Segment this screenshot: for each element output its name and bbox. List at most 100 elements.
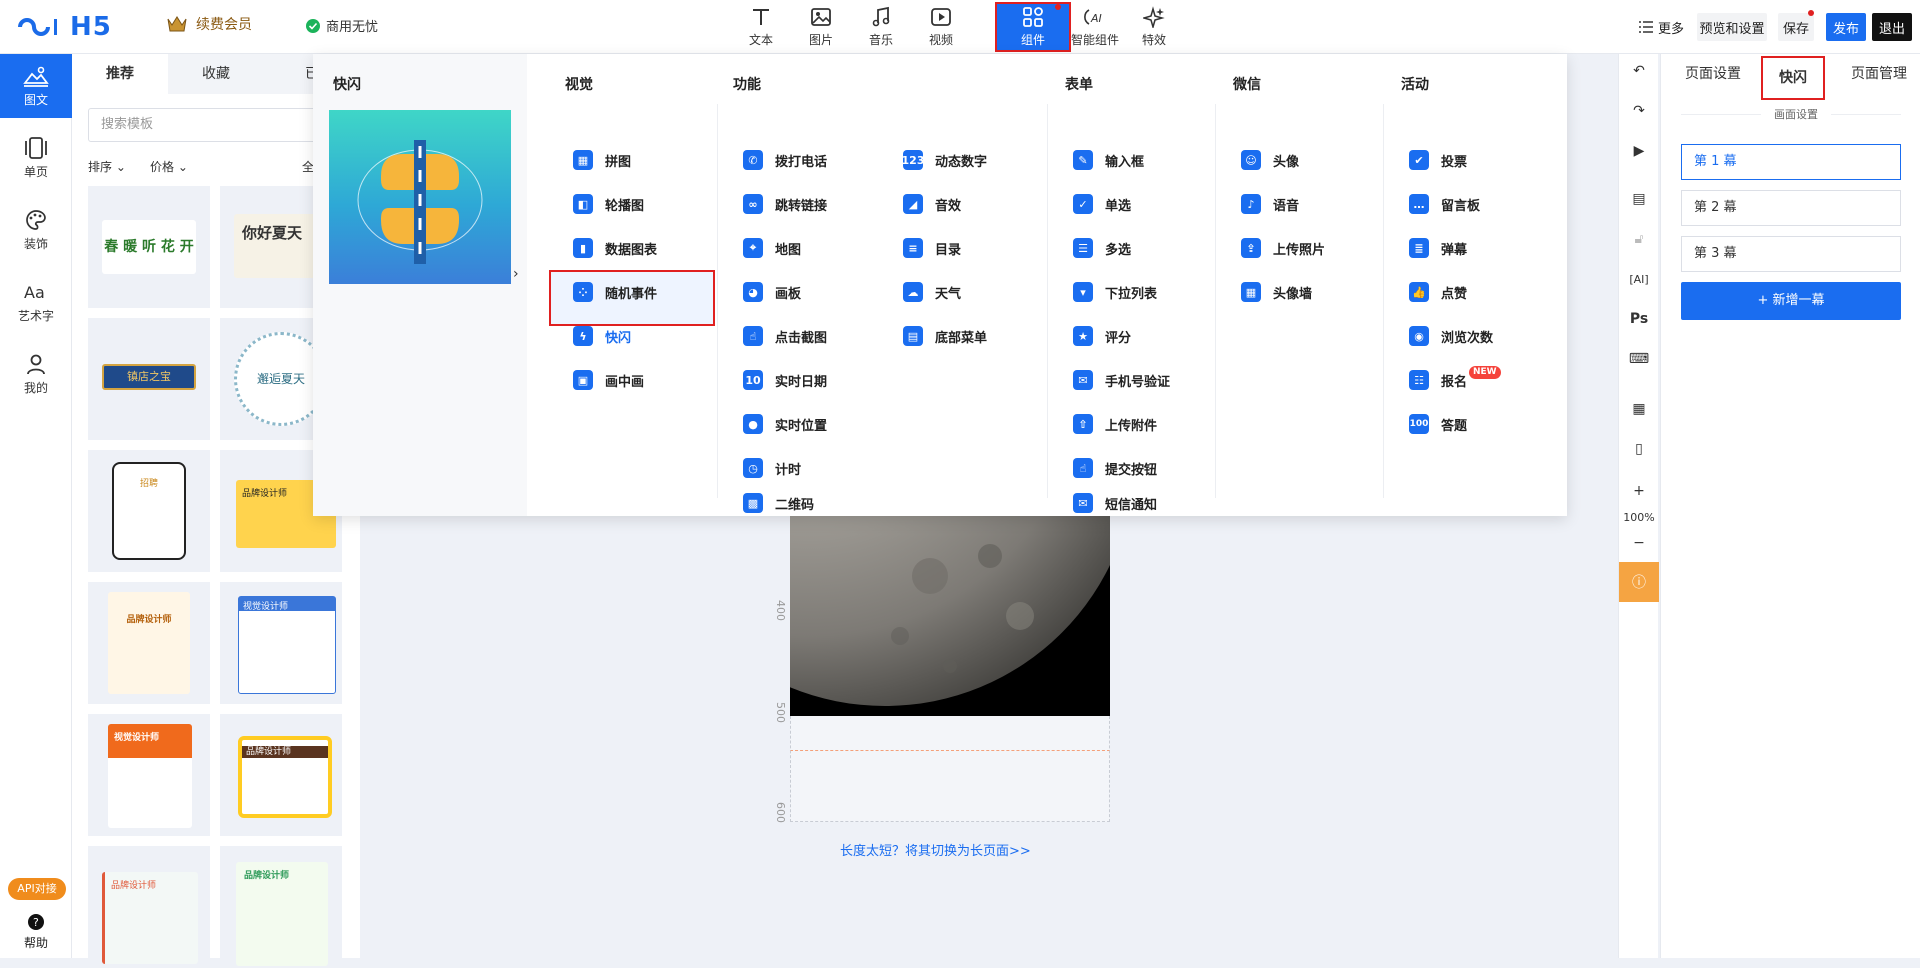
tab-flash[interactable]: 快闪 xyxy=(1761,56,1825,100)
zoom-out-button[interactable]: − xyxy=(1619,528,1659,558)
nav-art-text[interactable]: Aa 艺术字 xyxy=(0,270,72,334)
comp-select[interactable]: ▾ 下拉列表 xyxy=(1073,270,1157,314)
chevron-right-icon[interactable]: › xyxy=(513,266,519,282)
tab-favorites[interactable]: 收藏 xyxy=(168,54,264,94)
comp-screenshot[interactable]: ☝ 点击截图 xyxy=(743,314,827,358)
ai-button[interactable]: [AI] xyxy=(1619,264,1659,294)
nav-image-text[interactable]: 图文 xyxy=(0,54,72,118)
warning-button[interactable]: ⓘ xyxy=(1619,562,1659,602)
comp-data-chart[interactable]: ▮ 数据图表 xyxy=(573,226,657,270)
scene-item[interactable]: 第 3 幕 xyxy=(1681,236,1901,272)
save-button[interactable]: 保存 xyxy=(1778,13,1814,41)
tool-text[interactable]: 文本 xyxy=(733,4,789,50)
comp-puzzle[interactable]: ▦ 拼图 xyxy=(573,138,631,182)
tool-effects[interactable]: 特效 xyxy=(1126,4,1182,50)
template-thumb[interactable]: 春 暖 听 花 开 xyxy=(88,186,210,308)
template-search-input[interactable]: 搜索模板 xyxy=(88,108,338,142)
template-thumb[interactable]: 视觉设计师 xyxy=(220,582,342,704)
comp-date[interactable]: 10 实时日期 xyxy=(743,358,827,402)
comp-input[interactable]: ✎ 输入框 xyxy=(1073,138,1144,182)
comp-map[interactable]: ⌖ 地图 xyxy=(743,226,801,270)
help-button[interactable]: ? 帮助 xyxy=(0,914,72,951)
app-logo[interactable]: H5 xyxy=(14,12,112,42)
api-button[interactable]: API对接 xyxy=(8,878,66,900)
more-menu[interactable]: 更多 xyxy=(1636,13,1686,41)
tool-image[interactable]: 图片 xyxy=(793,4,849,50)
comp-drawing-board[interactable]: ◕ 画板 xyxy=(743,270,801,314)
tool-music[interactable]: 音乐 xyxy=(853,4,909,50)
comp-flash[interactable]: ϟ 快闪 xyxy=(573,314,631,358)
tab-recommend[interactable]: 推荐 xyxy=(72,54,168,94)
template-thumb[interactable]: 品牌设计师 xyxy=(88,846,210,968)
comp-upload-photo[interactable]: ⇪ 上传照片 xyxy=(1241,226,1325,270)
comp-submit-button[interactable]: ☝ 提交按钮 xyxy=(1073,446,1157,490)
comp-link[interactable]: ∞ 跳转链接 xyxy=(743,182,827,226)
vip-renew[interactable]: 续费会员 xyxy=(166,14,252,34)
ps-button[interactable]: Ps xyxy=(1619,304,1659,334)
template-thumb[interactable]: 视觉设计师 xyxy=(88,714,210,836)
comp-rating[interactable]: ★ 评分 xyxy=(1073,314,1131,358)
tab-page-settings[interactable]: 页面设置 xyxy=(1671,54,1755,94)
template-thumb[interactable]: 品牌设计师 xyxy=(88,582,210,704)
comp-dynamic-number[interactable]: 123 动态数字 xyxy=(902,138,987,182)
preview-settings-button[interactable]: 预览和设置 xyxy=(1697,13,1767,41)
moon-image[interactable] xyxy=(790,516,1110,716)
comp-quiz[interactable]: 100 答题 xyxy=(1409,402,1467,446)
comp-toc[interactable]: ≡ 目录 xyxy=(903,226,961,270)
comp-avatar[interactable]: ☺ 头像 xyxy=(1241,138,1299,182)
ps-icon: Ps xyxy=(1629,311,1649,327)
comp-avatar-wall[interactable]: ▦ 头像墙 xyxy=(1241,270,1312,314)
comp-weather[interactable]: ☁ 天气 xyxy=(903,270,961,314)
grid-button[interactable]: ▦ xyxy=(1619,394,1659,424)
comp-vote[interactable]: ✔ 投票 xyxy=(1409,138,1467,182)
tool-video[interactable]: 视频 xyxy=(913,4,969,50)
comp-qrcode[interactable]: ▩ 二维码 xyxy=(743,490,814,516)
comp-danmaku[interactable]: ≣ 弹幕 xyxy=(1409,226,1467,270)
sort-dropdown[interactable]: 排序 ⌄ xyxy=(88,158,126,175)
comp-bottom-menu[interactable]: ▤ 底部菜单 xyxy=(903,314,987,358)
comp-view-count[interactable]: ◉ 浏览次数 xyxy=(1409,314,1493,358)
comp-sound-effect[interactable]: ◢ 音效 xyxy=(903,182,961,226)
scene-item[interactable]: 第 1 幕 xyxy=(1681,144,1901,180)
comp-upload-file[interactable]: ⇧ 上传附件 xyxy=(1073,402,1157,446)
long-page-hint-link[interactable]: 长度太短？将其切换为长页面>> xyxy=(840,840,1031,859)
template-thumb[interactable]: 镇店之宝 xyxy=(88,318,210,440)
nav-single-page[interactable]: 单页 xyxy=(0,126,72,190)
mobile-button[interactable]: ▯ xyxy=(1619,434,1659,464)
comp-random-event[interactable]: ⁘ 随机事件 xyxy=(573,270,657,314)
comp-signup[interactable]: ☷ 报名 xyxy=(1409,358,1467,402)
price-dropdown[interactable]: 价格 ⌄ xyxy=(150,158,188,175)
add-scene-button[interactable]: + 新增一幕 xyxy=(1681,282,1901,320)
lock-button[interactable]: 🔓︎ xyxy=(1619,224,1659,254)
comp-like[interactable]: 👍 点赞 xyxy=(1409,270,1467,314)
tab-page-management[interactable]: 页面管理 xyxy=(1837,54,1920,94)
comp-voice[interactable]: ♪ 语音 xyxy=(1241,182,1299,226)
nav-decoration[interactable]: 装饰 xyxy=(0,198,72,262)
template-thumb[interactable]: 招聘 xyxy=(88,450,210,572)
page-copy-button[interactable]: ▤ xyxy=(1619,184,1659,214)
template-thumb[interactable]: 品牌设计师 xyxy=(220,846,342,968)
editor-canvas[interactable] xyxy=(790,516,1110,822)
exit-button[interactable]: 退出 xyxy=(1872,13,1912,41)
comp-message-board[interactable]: … 留言板 xyxy=(1409,182,1480,226)
comp-checkbox[interactable]: ☰ 多选 xyxy=(1073,226,1131,270)
comp-picture-in-picture[interactable]: ▣ 画中画 xyxy=(573,358,644,402)
comp-radio[interactable]: ✓ 单选 xyxy=(1073,182,1131,226)
comp-carousel[interactable]: ◧ 轮播图 xyxy=(573,182,644,226)
comp-timer[interactable]: ◷ 计时 xyxy=(743,446,801,490)
comp-sms[interactable]: ✉ 短信通知 xyxy=(1073,490,1157,516)
template-thumb[interactable]: 品牌设计师 xyxy=(220,714,342,836)
keyboard-button[interactable]: ⌨ xyxy=(1619,344,1659,374)
publish-button[interactable]: 发布 xyxy=(1826,13,1866,41)
undo-button[interactable]: ↶ xyxy=(1619,56,1659,86)
play-button[interactable]: ▶ xyxy=(1619,136,1659,166)
nav-mine[interactable]: 我的 xyxy=(0,342,72,406)
comp-call[interactable]: ✆ 拨打电话 xyxy=(743,138,827,182)
commercial-badge[interactable]: 商用无忧 xyxy=(306,16,378,35)
danmaku-icon: ≣ xyxy=(1409,238,1429,258)
scene-item[interactable]: 第 2 幕 xyxy=(1681,190,1901,226)
comp-phone-verify[interactable]: ✉ 手机号验证 xyxy=(1073,358,1170,402)
tool-ai-components[interactable]: AI 智能组件 xyxy=(1065,4,1125,50)
comp-location[interactable]: ● 实时位置 xyxy=(743,402,827,446)
redo-button[interactable]: ↷ xyxy=(1619,96,1659,126)
